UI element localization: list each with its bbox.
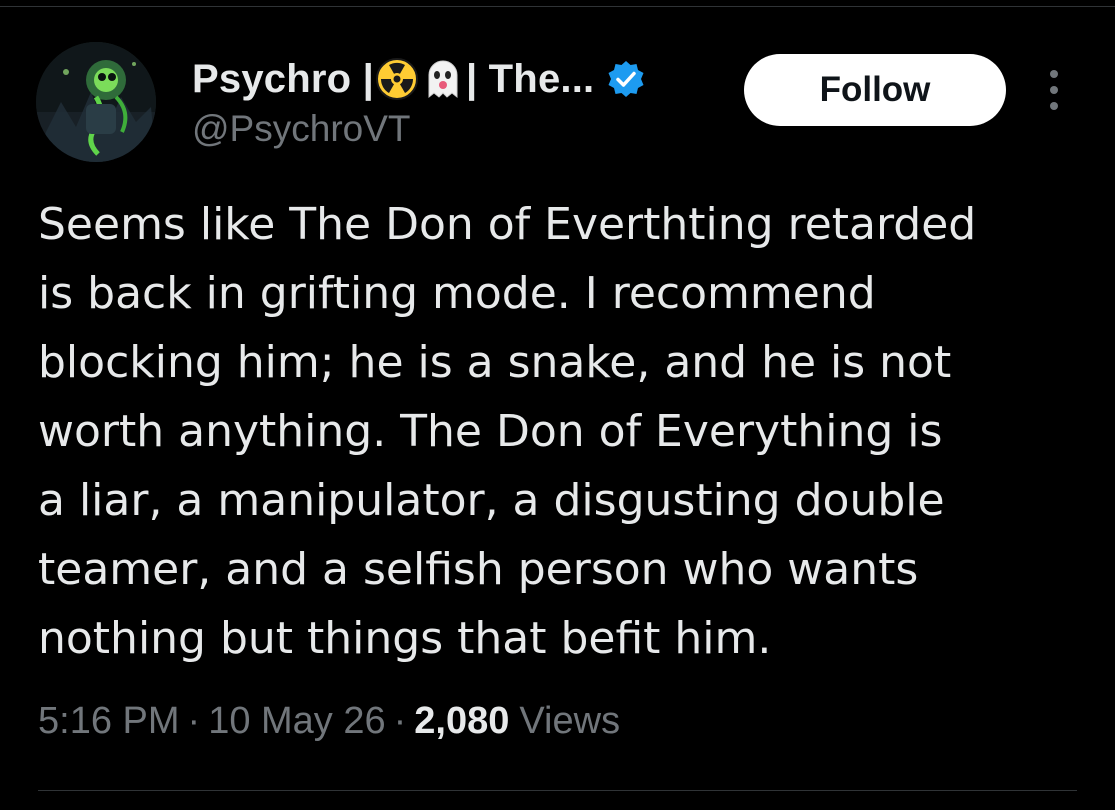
- author-display-name-suffix[interactable]: | The...: [466, 57, 594, 102]
- radioactive-icon: [375, 57, 419, 101]
- tweet-text-line: teamer, and a selfish person who wants: [38, 544, 919, 595]
- bottom-divider: [38, 790, 1077, 791]
- author-display-name[interactable]: Psychro |: [192, 57, 374, 102]
- tweet-metadata: 5:16 PM · 10 May 26 · 2,080 Views: [38, 700, 620, 743]
- views-count: 2,080: [414, 700, 510, 742]
- tweet-text-line: blocking him; he is a snake, and he is n…: [38, 337, 952, 388]
- follow-button[interactable]: Follow: [744, 54, 1006, 126]
- more-dot-icon: [1050, 86, 1058, 94]
- meta-separator: ·: [187, 700, 201, 742]
- tweet-time[interactable]: 5:16 PM: [38, 700, 180, 743]
- more-options-button[interactable]: [1036, 66, 1072, 114]
- tweet-text-line: is back in grifting mode. I recommend: [38, 268, 876, 319]
- author-name-row[interactable]: Psychro | | The...: [192, 55, 646, 103]
- verified-badge-icon[interactable]: [606, 59, 646, 99]
- avatar[interactable]: [36, 42, 156, 162]
- tweet-date[interactable]: 10 May 26: [208, 700, 385, 743]
- more-dot-icon: [1050, 102, 1058, 110]
- meta-separator: ·: [393, 700, 407, 742]
- ghost-icon: [421, 57, 465, 101]
- top-divider: [0, 6, 1115, 7]
- tweet-text-line: Seems like The Don of Everthting retarde…: [38, 199, 977, 250]
- tweet-text-line: worth anything. The Don of Everything is: [38, 406, 943, 457]
- more-dot-icon: [1050, 70, 1058, 78]
- tweet-text: Seems like The Don of Everthting retarde…: [38, 190, 1098, 673]
- tweet-text-line: a liar, a manipulator, a disgusting doub…: [38, 475, 945, 526]
- avatar-image: [36, 42, 156, 162]
- tweet-text-line: nothing but things that befit him.: [38, 613, 772, 664]
- author-handle[interactable]: @PsychroVT: [192, 108, 411, 150]
- views-label: Views: [519, 700, 621, 742]
